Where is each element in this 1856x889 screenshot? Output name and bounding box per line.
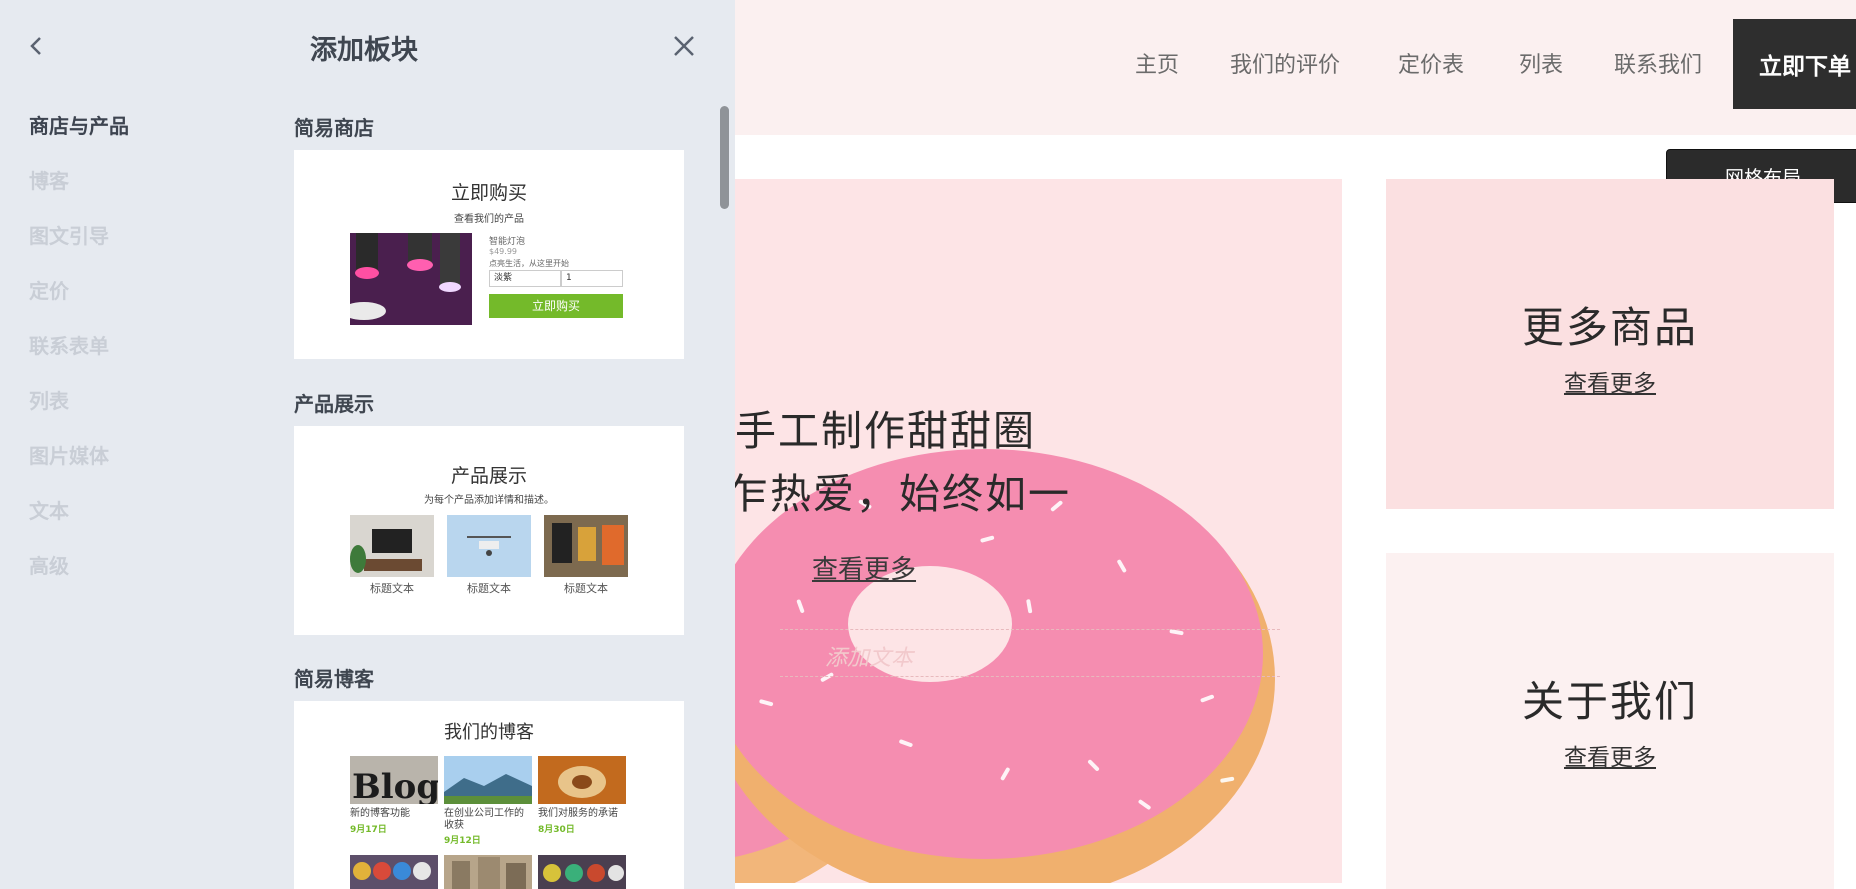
category-image-text-guide[interactable]: 图文引导 [29, 220, 109, 249]
donut-image [700, 449, 1275, 883]
about-us-tile[interactable]: 关于我们 查看更多 [1386, 553, 1834, 889]
blog-post-date-1: 9月17日 [350, 825, 387, 835]
more-products-title: 更多商品 [1521, 303, 1698, 352]
category-image-media[interactable]: 图片媒体 [29, 440, 109, 469]
blog-post-image-3 [538, 756, 626, 804]
product-name: 智能灯泡 [489, 237, 526, 247]
category-pricing[interactable]: 定价 [29, 275, 69, 304]
smart-bulb-image [350, 233, 472, 325]
about-us-link[interactable]: 查看更多 [1386, 738, 1834, 772]
product-caption-2: 标题文本 [467, 582, 511, 595]
blog-post-date-3: 8月30日 [538, 825, 575, 835]
preview-heading: 产品展示 [450, 465, 527, 487]
preview-subheading: 查看我们的产品 [454, 214, 524, 225]
order-now-button[interactable]: 立即下单 [1733, 19, 1856, 109]
blog-post-image-6 [538, 855, 626, 889]
category-blog[interactable]: 博客 [29, 165, 69, 194]
more-products-link[interactable]: 查看更多 [1386, 364, 1834, 398]
hero-headline-1: 手工制作甜甜圈 [735, 407, 1036, 455]
drone-image [447, 515, 531, 577]
blog-post-date-2: 9月12日 [444, 836, 481, 846]
panel-title: 添加板块 [310, 35, 418, 66]
nav-home[interactable]: 主页 [1135, 47, 1179, 79]
buy-now-preview-button: 立即购买 [489, 294, 623, 318]
blog-post-title-2: 在创业公司工作的收获 [444, 808, 524, 831]
hero-see-more-link[interactable]: 查看更多 [812, 549, 916, 586]
quantity-input: 1 [561, 270, 623, 287]
category-store-products[interactable]: 商店与产品 [29, 110, 129, 139]
product-price: $49.99 [489, 247, 517, 256]
about-us-title: 关于我们 [1521, 677, 1698, 726]
blog-post-image-5 [444, 855, 532, 889]
category-advanced[interactable]: 高级 [29, 550, 69, 579]
category-text[interactable]: 文本 [29, 495, 69, 524]
add-text-label: 添加文本 [825, 646, 914, 671]
panel-scrollbar[interactable] [720, 106, 729, 209]
product-caption-3: 标题文本 [564, 582, 608, 595]
hero-section[interactable]: 手工制作甜甜圈 乍热爱，始终如一 查看更多 添加文本 [700, 179, 1342, 883]
more-products-tile[interactable]: 更多商品 查看更多 [1386, 179, 1834, 509]
simple-store-preview-card[interactable]: 立即购买 查看我们的产品 智能灯泡 $49.99 点亮生活，从这里开始 淡紫 1… [294, 150, 684, 359]
blog-post-image-1: Blog [350, 756, 438, 804]
blog-post-title-3: 我们对服务的承诺 [538, 808, 618, 819]
nav-reviews[interactable]: 我们的评价 [1230, 47, 1340, 79]
simple-blog-preview-card[interactable]: 我们的博客 Blog 新的博客功能 9月17日 在创业公司工作的收获 9月12日… [294, 701, 684, 889]
tv-room-image [350, 515, 434, 577]
preview-heading: 我们的博客 [444, 722, 534, 743]
section-title-simple-store: 简易商店 [294, 116, 374, 140]
product-description: 点亮生活，从这里开始 [489, 259, 569, 268]
blog-post-image-2 [444, 756, 532, 804]
product-caption-1: 标题文本 [370, 582, 414, 595]
nav-list[interactable]: 列表 [1519, 47, 1563, 79]
preview-heading: 立即购买 [450, 182, 527, 204]
section-title-product-showcase: 产品展示 [294, 392, 374, 416]
category-contact-form[interactable]: 联系表单 [29, 330, 109, 359]
nav-pricing[interactable]: 定价表 [1398, 47, 1464, 79]
product-showcase-preview-card[interactable]: 产品展示 为每个产品添加详情和描述。 标题文本 标题文本 标题文本 [294, 426, 684, 635]
blog-post-image-4 [350, 855, 438, 889]
svg-text:Blog: Blog [352, 767, 438, 804]
gallery-wall-image [544, 515, 628, 577]
back-arrow-icon[interactable] [26, 32, 48, 60]
preview-subheading: 为每个产品添加详情和描述。 [424, 495, 554, 506]
add-text-placeholder[interactable]: 添加文本 [780, 629, 1280, 677]
variant-select: 淡紫 [489, 270, 561, 287]
hero-headline-2: 乍热爱，始终如一 [727, 470, 1071, 518]
nav-contact[interactable]: 联系我们 [1614, 47, 1702, 79]
section-title-simple-blog: 简易博客 [294, 667, 374, 691]
add-section-panel: 添加板块 商店与产品 博客 图文引导 定价 联系表单 列表 图片媒体 文本 高级… [0, 0, 735, 889]
blog-post-title-1: 新的博客功能 [350, 808, 410, 819]
category-list[interactable]: 列表 [29, 385, 69, 414]
close-icon[interactable] [672, 34, 696, 58]
